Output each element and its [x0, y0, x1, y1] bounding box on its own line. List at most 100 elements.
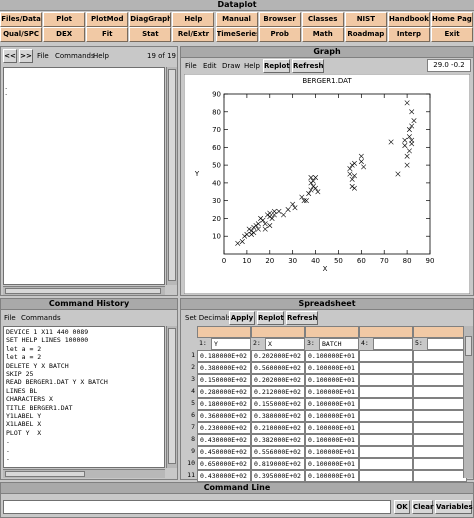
- spreadsheet-cell[interactable]: 0.380000E+02: [251, 410, 305, 422]
- toolbar-rel-extr-button[interactable]: Rel/Extr: [172, 27, 215, 42]
- spreadsheet-cell[interactable]: 0.280000E+02: [197, 386, 251, 398]
- set-decimals-label[interactable]: Set Decimals: [185, 313, 231, 323]
- spreadsheet-cell[interactable]: 0.100000E+01: [305, 470, 359, 482]
- history-line[interactable]: let a = 2: [6, 345, 162, 353]
- command-ok-button[interactable]: OK: [394, 500, 410, 514]
- spreadsheet-cell[interactable]: [413, 446, 467, 458]
- history-line[interactable]: X1LABEL X: [6, 420, 162, 428]
- spreadsheet-cell[interactable]: 0.100000E+01: [305, 374, 359, 386]
- history-line[interactable]: TITLE BERGER1.DAT: [6, 404, 162, 412]
- graph-menu-file[interactable]: File: [185, 61, 197, 71]
- spreadsheet-cell[interactable]: [413, 434, 467, 446]
- spreadsheet-cell[interactable]: 0.210000E+02: [251, 422, 305, 434]
- help-vertical-scrollbar[interactable]: [166, 67, 177, 285]
- history-line[interactable]: .: [6, 454, 162, 462]
- spreadsheet-cell[interactable]: 0.100000E+01: [305, 362, 359, 374]
- history-menu-commands[interactable]: Commands: [21, 313, 61, 323]
- spreadsheet-apply-button[interactable]: Apply: [229, 311, 255, 325]
- history-horizontal-scrollbar[interactable]: [3, 469, 165, 478]
- history-line[interactable]: SKIP 25: [6, 370, 162, 378]
- spreadsheet-cell[interactable]: [413, 374, 467, 386]
- toolbar-plotmod-button[interactable]: PlotMod: [86, 12, 129, 27]
- spreadsheet-cell[interactable]: [359, 362, 413, 374]
- column-format-field[interactable]: [413, 326, 467, 338]
- spreadsheet-cell[interactable]: 0.100000E+01: [305, 410, 359, 422]
- spreadsheet-cell[interactable]: 0.819000E+02: [251, 458, 305, 470]
- history-line[interactable]: DELETE Y X BATCH: [6, 362, 162, 370]
- history-line[interactable]: .: [6, 446, 162, 454]
- command-variables-button[interactable]: Variables: [435, 500, 473, 514]
- spreadsheet-cell[interactable]: 0.100000E+01: [305, 434, 359, 446]
- spreadsheet-cell[interactable]: [359, 350, 413, 362]
- spreadsheet-cell[interactable]: [413, 422, 467, 434]
- column-format-field[interactable]: [251, 326, 305, 338]
- spreadsheet-cell[interactable]: [359, 398, 413, 410]
- toolbar-interp-button[interactable]: Interp: [387, 27, 430, 42]
- toolbar-manual-button[interactable]: Manual: [215, 12, 258, 27]
- toolbar-diaggraph-button[interactable]: DiagGraph: [129, 12, 172, 27]
- toolbar-help-button[interactable]: Help: [172, 12, 215, 27]
- back-button[interactable]: <<: [3, 49, 17, 63]
- history-hscroll-thumb[interactable]: [5, 471, 85, 477]
- spreadsheet-cell[interactable]: 0.155000E+02: [251, 398, 305, 410]
- spreadsheet-cell[interactable]: 0.450000E+02: [197, 446, 251, 458]
- graph-menu-edit[interactable]: Edit: [203, 61, 217, 71]
- spreadsheet-cell[interactable]: 0.100000E+01: [305, 386, 359, 398]
- spreadsheet-cell[interactable]: [359, 470, 413, 482]
- history-vertical-scrollbar[interactable]: [166, 326, 177, 468]
- spreadsheet-cell[interactable]: [359, 374, 413, 386]
- toolbar-handbook-button[interactable]: Handbook: [387, 12, 430, 27]
- spreadsheet-cell[interactable]: 0.430000E+02: [197, 470, 251, 482]
- text-menu-help[interactable]: Help: [93, 51, 109, 61]
- history-line[interactable]: let a = 2: [6, 353, 162, 361]
- toolbar-browser-button[interactable]: Browser: [258, 12, 301, 27]
- spreadsheet-cell[interactable]: [413, 350, 467, 362]
- spreadsheet-cell[interactable]: [359, 386, 413, 398]
- spreadsheet-cell[interactable]: 0.180000E+02: [197, 398, 251, 410]
- history-line[interactable]: .: [6, 437, 162, 445]
- graph-menu-help[interactable]: Help: [244, 61, 260, 71]
- spreadsheet-cell[interactable]: [413, 362, 467, 374]
- column-format-field[interactable]: [305, 326, 359, 338]
- history-line[interactable]: Y1LABEL Y: [6, 412, 162, 420]
- toolbar-fit-button[interactable]: Fit: [86, 27, 129, 42]
- command-input[interactable]: [3, 500, 391, 514]
- spreadsheet-cell[interactable]: 0.100000E+01: [305, 458, 359, 470]
- history-line[interactable]: SET HELP LINES 100000: [6, 336, 162, 344]
- help-horizontal-scrollbar[interactable]: [3, 286, 165, 295]
- column-name-field[interactable]: Y: [211, 338, 251, 350]
- toolbar-plot-button[interactable]: Plot: [43, 12, 86, 27]
- spreadsheet-cell[interactable]: 0.430000E+02: [197, 434, 251, 446]
- spreadsheet-cell[interactable]: [413, 386, 467, 398]
- text-menu-file[interactable]: File: [37, 51, 49, 61]
- spreadsheet-cell[interactable]: 0.100000E+01: [305, 446, 359, 458]
- toolbar-qual-spc-button[interactable]: Qual/SPC: [0, 27, 43, 42]
- history-line[interactable]: LINES BL: [6, 387, 162, 395]
- toolbar-math-button[interactable]: Math: [301, 27, 344, 42]
- help-text-area[interactable]: ..: [3, 67, 165, 285]
- toolbar-files-data-button[interactable]: Files/Data: [0, 12, 43, 27]
- history-scroll-thumb[interactable]: [168, 328, 176, 464]
- spreadsheet-cell[interactable]: 0.100000E+01: [305, 350, 359, 362]
- spreadsheet-cell[interactable]: [359, 446, 413, 458]
- spreadsheet-cell[interactable]: 0.360000E+02: [197, 410, 251, 422]
- spreadsheet-cell[interactable]: [359, 458, 413, 470]
- toolbar-home-page-button[interactable]: Home Page: [431, 12, 474, 27]
- graph-menu-draw[interactable]: Draw: [222, 61, 240, 71]
- history-line[interactable]: READ BERGER1.DAT Y X BATCH: [6, 378, 162, 386]
- spreadsheet-cell[interactable]: [359, 422, 413, 434]
- history-menu-file[interactable]: File: [4, 313, 16, 323]
- spreadsheet-cell[interactable]: 0.202000E+02: [251, 350, 305, 362]
- spreadsheet-cell[interactable]: [413, 470, 467, 482]
- spreadsheet-cell[interactable]: 0.202000E+02: [251, 374, 305, 386]
- toolbar-exit-button[interactable]: Exit: [431, 27, 474, 42]
- spreadsheet-refresh-button[interactable]: Refresh: [286, 311, 318, 325]
- graph-refresh-button[interactable]: Refresh: [292, 59, 324, 73]
- command-clear-button[interactable]: Clear: [412, 500, 433, 514]
- toolbar-nist-button[interactable]: NIST: [344, 12, 387, 27]
- toolbar-timeseries-button[interactable]: TimeSeries: [215, 27, 258, 42]
- help-hscroll-thumb[interactable]: [5, 288, 161, 294]
- spreadsheet-cell[interactable]: [359, 410, 413, 422]
- spreadsheet-cell[interactable]: 0.556000E+02: [251, 446, 305, 458]
- history-line[interactable]: DEVICE 1 X11 440 0089: [6, 328, 162, 336]
